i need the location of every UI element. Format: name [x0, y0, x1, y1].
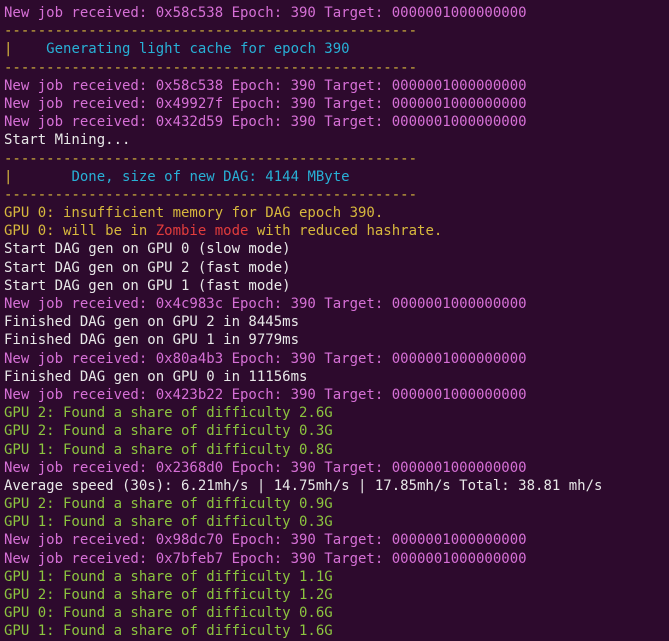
terminal-line: New job received: 0x2368d0 Epoch: 390 Ta… [0, 459, 669, 477]
terminal-text-segment: New job received: 0x7bfeb7 Epoch: 390 Ta… [4, 551, 527, 567]
terminal-text-segment: GPU 0: will be in [4, 223, 156, 239]
terminal-text-segment: New job received: 0x98dc70 Epoch: 390 Ta… [4, 532, 527, 548]
terminal-line: GPU 0: will be in Zombie mode with reduc… [0, 222, 669, 240]
terminal-line: Start DAG gen on GPU 1 (fast mode) [0, 277, 669, 295]
terminal-text-segment: GPU 2: Found a share of difficulty 0.9G [4, 496, 333, 512]
terminal-line: New job received: 0x80a4b3 Epoch: 390 Ta… [0, 350, 669, 368]
terminal-text-segment: GPU 2: Found a share of difficulty 1.2G [4, 587, 333, 603]
terminal-text-segment: ----------------------------------------… [4, 187, 417, 203]
terminal-output: New job received: 0x58c538 Epoch: 390 Ta… [0, 4, 669, 641]
terminal-text-segment: New job received: 0x432d59 Epoch: 390 Ta… [4, 114, 527, 130]
terminal-line: New job received: 0x98dc70 Epoch: 390 Ta… [0, 531, 669, 549]
terminal-text-segment: New job received: 0x2368d0 Epoch: 390 Ta… [4, 460, 527, 476]
terminal-line: ----------------------------------------… [0, 59, 669, 77]
terminal-line: New job received: 0x7bfeb7 Epoch: 390 Ta… [0, 550, 669, 568]
terminal-text-segment: Finished DAG gen on GPU 1 in 9779ms [4, 332, 299, 348]
terminal-text-segment: Generating light cache for epoch 390 [12, 41, 349, 57]
terminal-text-segment: Finished DAG gen on GPU 2 in 8445ms [4, 314, 299, 330]
terminal-text-segment: GPU 0: Found a share of difficulty 0.6G [4, 605, 333, 621]
terminal-text-segment: ----------------------------------------… [4, 60, 417, 76]
terminal-text-segment: GPU 1: Found a share of difficulty 1.1G [4, 569, 333, 585]
terminal-text-segment: GPU 1: Found a share of difficulty 0.8G [4, 442, 333, 458]
terminal-text-segment: Start Mining... [4, 132, 130, 148]
terminal-text-segment: ----------------------------------------… [4, 23, 417, 39]
terminal-text-segment: GPU 2: Found a share of difficulty 2.6G [4, 405, 333, 421]
terminal-line: GPU 2: Found a share of difficulty 0.9G [0, 495, 669, 513]
terminal-line: Finished DAG gen on GPU 2 in 8445ms [0, 313, 669, 331]
terminal-line: New job received: 0x423b22 Epoch: 390 Ta… [0, 386, 669, 404]
terminal-text-segment: Average speed (30s): 6.21mh/s | 14.75mh/… [4, 478, 602, 494]
terminal-line: Average speed (30s): 6.21mh/s | 14.75mh/… [0, 477, 669, 495]
terminal-line: New job received: 0x58c538 Epoch: 390 Ta… [0, 77, 669, 95]
terminal-line: Start DAG gen on GPU 0 (slow mode) [0, 240, 669, 258]
terminal-text-segment: New job received: 0x58c538 Epoch: 390 Ta… [4, 78, 527, 94]
terminal-line: ----------------------------------------… [0, 186, 669, 204]
terminal-text-segment: GPU 1: Found a share of difficulty 0.3G [4, 514, 333, 530]
terminal-line: GPU 1: Found a share of difficulty 1.6G [0, 622, 669, 640]
terminal-text-segment: Done, size of new DAG: 4144 MByte [12, 169, 349, 185]
terminal-line: GPU 2: Found a share of difficulty 1.2G [0, 586, 669, 604]
terminal-text-segment: with reduced hashrate. [248, 223, 442, 239]
terminal-line: GPU 0: Found a share of difficulty 0.6G [0, 604, 669, 622]
terminal-text-segment: GPU 1: Found a share of difficulty 1.6G [4, 623, 333, 639]
terminal-text-segment: Finished DAG gen on GPU 0 in 11156ms [4, 369, 307, 385]
terminal-line: Finished DAG gen on GPU 1 in 9779ms [0, 331, 669, 349]
terminal-line: GPU 1: Found a share of difficulty 0.8G [0, 441, 669, 459]
terminal-line: Finished DAG gen on GPU 0 in 11156ms [0, 368, 669, 386]
terminal-line: New job received: 0x4c983c Epoch: 390 Ta… [0, 295, 669, 313]
terminal-text-segment: GPU 2: Found a share of difficulty 0.3G [4, 423, 333, 439]
terminal-line: New job received: 0x432d59 Epoch: 390 Ta… [0, 113, 669, 131]
terminal-line: Start Mining... [0, 131, 669, 149]
terminal-line: GPU 1: Found a share of difficulty 0.3G [0, 513, 669, 531]
terminal-line: GPU 2: Found a share of difficulty 0.3G [0, 422, 669, 440]
terminal-line: GPU 1: Found a share of difficulty 1.1G [0, 568, 669, 586]
terminal-line: New job received: 0x58c538 Epoch: 390 Ta… [0, 4, 669, 22]
terminal-text-segment: New job received: 0x423b22 Epoch: 390 Ta… [4, 387, 527, 403]
terminal-line: | Generating light cache for epoch 390 [0, 40, 669, 58]
terminal-line: | Done, size of new DAG: 4144 MByte [0, 168, 669, 186]
terminal-text-segment: New job received: 0x4c983c Epoch: 390 Ta… [4, 296, 527, 312]
terminal-text-segment: Start DAG gen on GPU 1 (fast mode) [4, 278, 291, 294]
terminal-line: GPU 0: insufficient memory for DAG epoch… [0, 204, 669, 222]
terminal-text-segment: Start DAG gen on GPU 2 (fast mode) [4, 260, 291, 276]
terminal-line: Start DAG gen on GPU 2 (fast mode) [0, 259, 669, 277]
terminal-text-segment: GPU 0: insufficient memory for DAG epoch… [4, 205, 383, 221]
terminal-line: New job received: 0x49927f Epoch: 390 Ta… [0, 95, 669, 113]
terminal-line: ----------------------------------------… [0, 150, 669, 168]
terminal-text-segment: New job received: 0x49927f Epoch: 390 Ta… [4, 96, 527, 112]
terminal-text-segment: ----------------------------------------… [4, 151, 417, 167]
terminal-line: GPU 2: Found a share of difficulty 2.6G [0, 404, 669, 422]
terminal-text-segment: New job received: 0x58c538 Epoch: 390 Ta… [4, 5, 527, 21]
terminal-text-segment: New job received: 0x80a4b3 Epoch: 390 Ta… [4, 351, 527, 367]
terminal-text-segment: Start DAG gen on GPU 0 (slow mode) [4, 241, 291, 257]
terminal-line: ----------------------------------------… [0, 22, 669, 40]
terminal-text-segment: Zombie mode [156, 223, 249, 239]
